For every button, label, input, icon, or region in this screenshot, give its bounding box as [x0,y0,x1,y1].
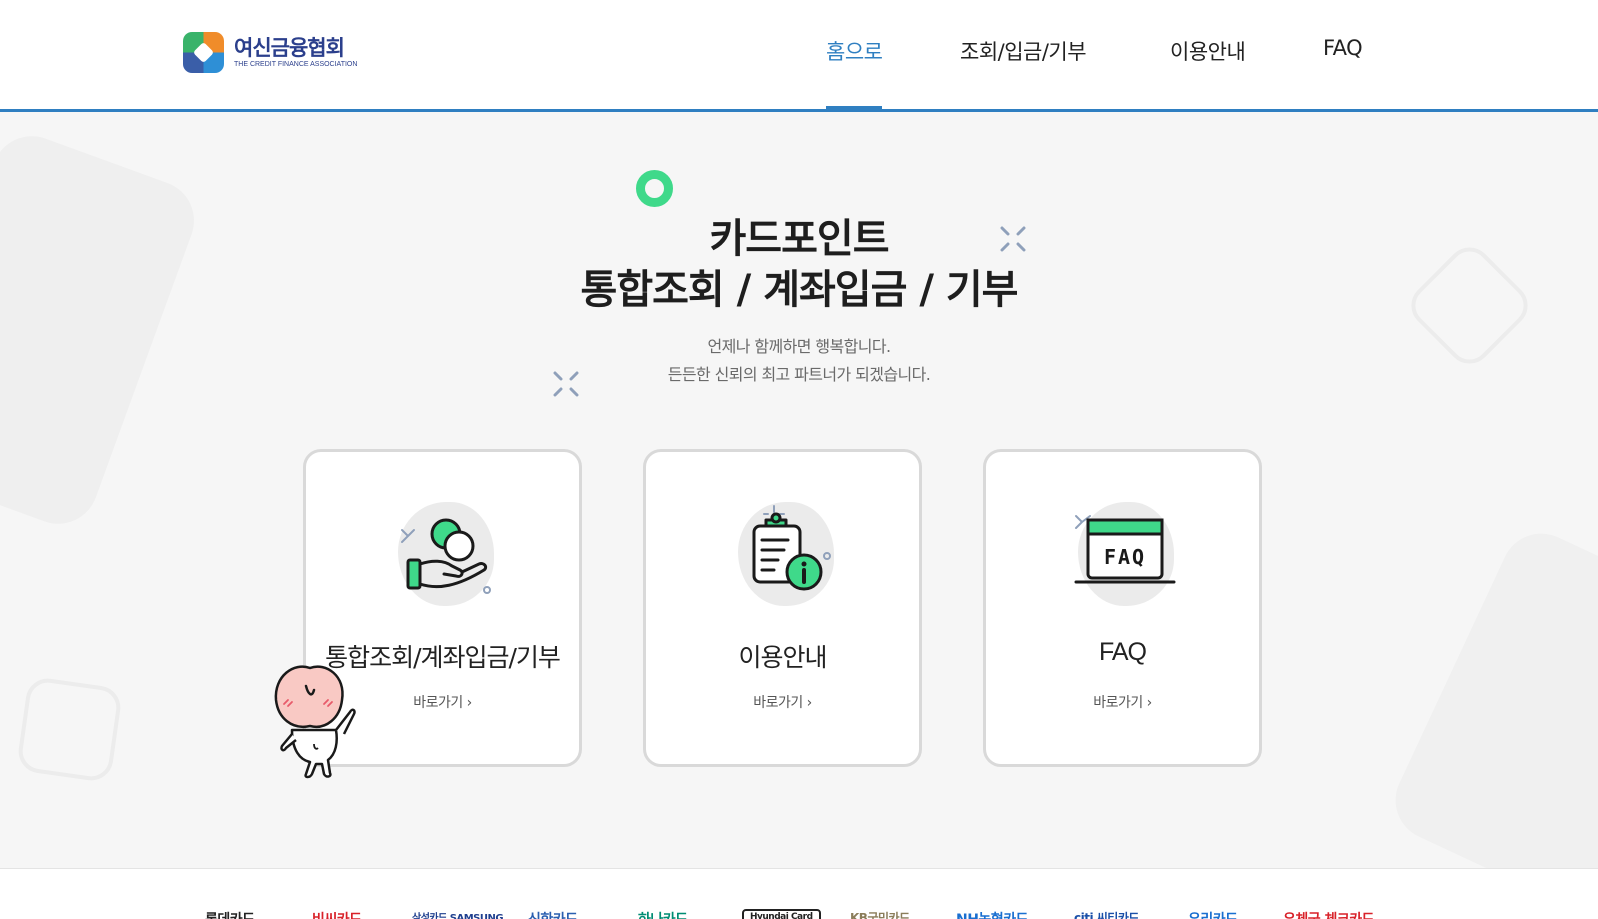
nav-faq[interactable]: FAQ [1323,36,1363,60]
partner-logo[interactable]: Hyundai Card [742,909,821,919]
green-ring-decoration [636,170,673,207]
faq-window-icon: FAQ [1074,515,1176,584]
card-guide[interactable]: 이용안내 바로가기 › [643,449,922,767]
partner-logo[interactable]: citi 씨티카드 [1074,909,1139,919]
partner-logo[interactable]: 우체국 체크카드 [1283,909,1375,919]
nav-home[interactable]: 홈으로 [826,36,883,66]
main-nav: 홈으로 조회/입금/기부 이용안내 FAQ [0,0,1598,112]
hero-title-line1: 카드포인트 [709,216,890,262]
partner-logo[interactable]: 우리카드 [1188,909,1238,919]
hero-title-line2: 통합조회 / 계좌입금 / 기부 [580,267,1019,313]
coin-hand-icon [401,518,491,594]
nav-active-indicator [826,106,882,112]
clipboard-info-icon [752,505,831,591]
nav-guide[interactable]: 이용안내 [1170,36,1246,66]
partner-logo[interactable]: 하나카드 [638,909,688,919]
partner-card-companies-bar: 롯데카드 비씨카드 삼성카드 SAMSUNG 신한카드 하나카드 Hyundai… [0,868,1598,919]
faq-icon-text: FAQ [1104,545,1146,569]
background-square-bottom-left [15,675,124,784]
card-title: FAQ [1098,638,1147,666]
partner-logo[interactable]: KB국민카드 [850,909,910,919]
partner-logo[interactable]: NH농협카드 [956,909,1028,919]
hero-subtitle-line1: 언제나 함께하면 행복합니다. [707,337,892,356]
partner-logo[interactable]: 롯데카드 [205,909,255,919]
partner-logo[interactable]: 신한카드 [528,909,578,919]
background-shape-right [1382,520,1598,919]
card-faq[interactable]: FAQ FAQ 바로가기 › [983,449,1262,767]
partner-logo[interactable]: 삼성카드 SAMSUNG [412,909,504,919]
partner-logo[interactable]: 비씨카드 [312,909,362,919]
background-shape-left [0,124,206,536]
card-shortcut-link[interactable]: 바로가기 › [646,692,919,712]
nav-lookup-deposit-donate[interactable]: 조회/입금/기부 [960,36,1087,66]
peach-mascot-character [274,665,356,779]
hero-subtitle-line2: 든든한 신뢰의 최고 파트너가 되겠습니다. [667,365,931,384]
card-title: 이용안내 [738,643,827,672]
card-shortcut-link[interactable]: 바로가기 › [986,692,1259,712]
site-header: 여신금융협회 THE CREDIT FINANCE ASSOCIATION 홈으… [0,0,1598,112]
